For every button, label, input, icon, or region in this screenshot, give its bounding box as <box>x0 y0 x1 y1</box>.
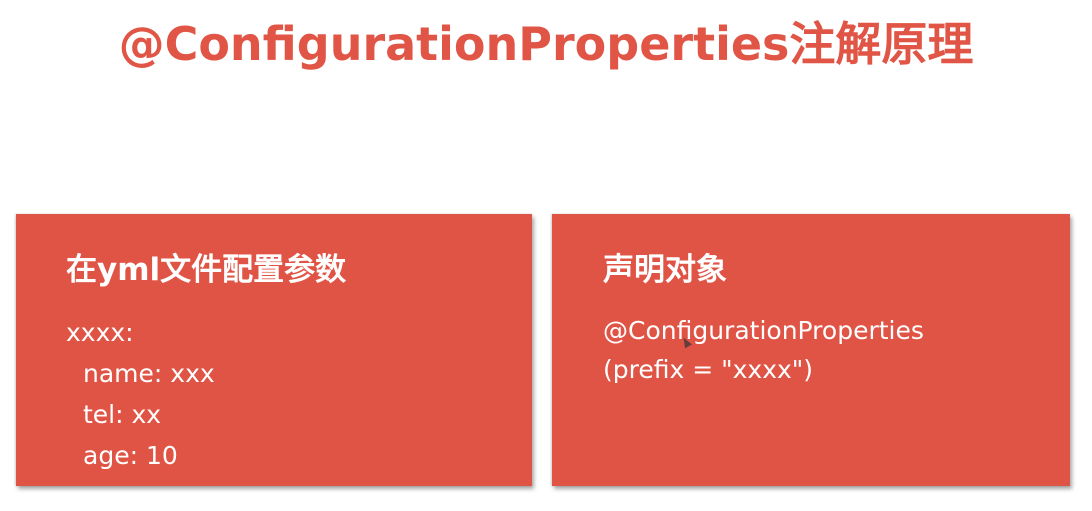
yml-config-heading: 在yml文件配置参数 <box>66 252 347 288</box>
yml-config-card: 在yml文件配置参数 xxxx: name: xxx tel: xx age: … <box>16 214 532 486</box>
yml-tel-entry: tel: xx <box>83 400 162 429</box>
yml-config-body: xxxx: name: xxx tel: xx age: 10 <box>66 312 215 476</box>
annotation-line: @ConfigurationProperties <box>603 316 924 345</box>
yml-age-entry: age: 10 <box>83 441 178 470</box>
declare-object-heading: 声明对象 <box>603 252 727 288</box>
declare-object-card: 声明对象 @ConfigurationProperties (prefix = … <box>552 214 1070 486</box>
declare-object-body: @ConfigurationProperties (prefix = "xxxx… <box>603 311 924 389</box>
prefix-line: (prefix = "xxxx") <box>603 355 814 384</box>
yml-root-key: xxxx: <box>66 318 134 347</box>
slide-title: @ConfigurationProperties注解原理 <box>118 17 974 71</box>
yml-name-entry: name: xxx <box>83 359 215 388</box>
